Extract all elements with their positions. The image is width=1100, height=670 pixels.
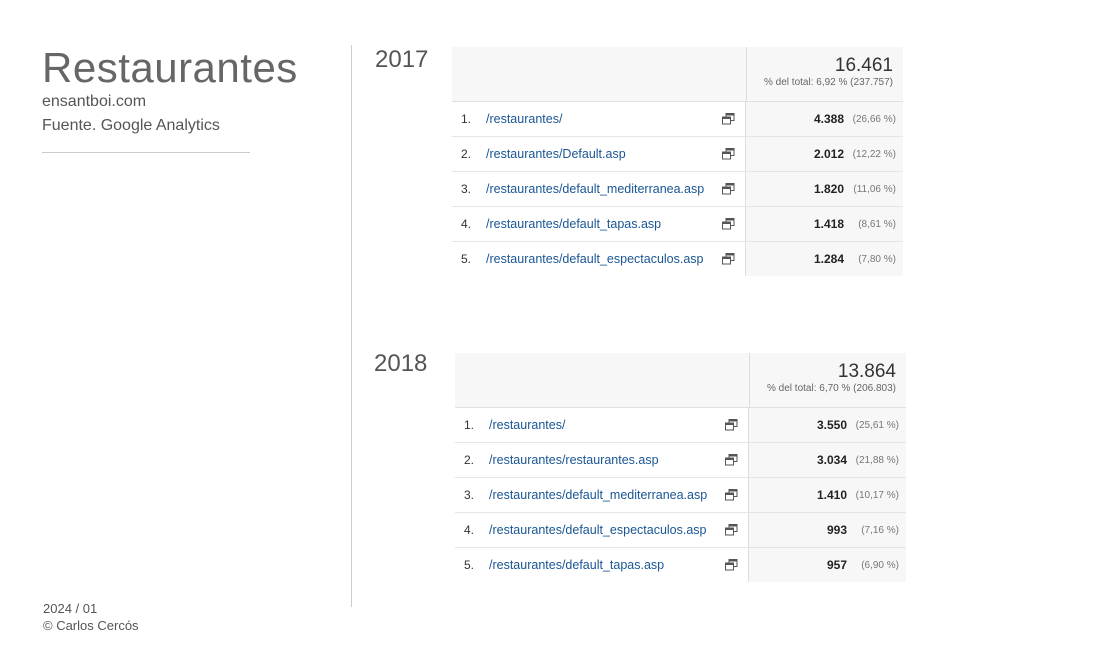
- open-in-new-window-icon[interactable]: [720, 488, 742, 502]
- vertical-divider: [351, 45, 352, 607]
- page-link[interactable]: /restaurantes/restaurantes.asp: [489, 453, 720, 467]
- row-rank: 2.: [461, 147, 472, 161]
- row-rank: 4.: [464, 523, 475, 537]
- pageviews-percentage: (7,16 %): [861, 524, 899, 536]
- pageviews-value: 3.034: [816, 453, 847, 467]
- open-in-new-window-icon[interactable]: [720, 418, 742, 432]
- table-row: 1. /restaurantes/4.388 (26,66 %): [452, 102, 903, 137]
- row-rank: 3.: [464, 488, 475, 502]
- table-row: 5. /restaurantes/default_tapas.asp 957 (6,9…: [455, 548, 906, 582]
- total-percentage: % del total: 6,92 % (237.757): [764, 77, 893, 88]
- total-value: 13.864: [837, 361, 896, 382]
- pageviews-value: 1.820: [813, 182, 844, 196]
- open-in-new-window-icon[interactable]: [720, 558, 742, 572]
- row-rank: 5.: [461, 252, 472, 266]
- table-body: 1. /restaurantes/3.550 (25,61 %) 2. /restaur…: [455, 408, 906, 582]
- pageviews-value: 4.388: [813, 112, 844, 126]
- row-rank: 1.: [464, 418, 475, 432]
- page-link[interactable]: /restaurantes/default_espectaculos.asp: [486, 252, 717, 266]
- open-in-new-window-icon[interactable]: [717, 252, 739, 266]
- pageviews-percentage: (6,90 %): [861, 559, 899, 571]
- table-row: 2. /restaurantes/Default.asp 2.012 (12,22 %…: [452, 137, 903, 172]
- pages-table-2018: 13.864 % del total: 6,70 % (206.803) 1. /…: [455, 353, 906, 582]
- pageviews-percentage: (25,61 %): [855, 419, 899, 431]
- year-label-2017: 2017: [375, 46, 429, 73]
- pageviews-value: 1.418: [813, 217, 844, 231]
- open-in-new-window-icon[interactable]: [717, 112, 739, 126]
- pageviews-percentage: (8,61 %): [858, 218, 896, 230]
- divider: [42, 152, 250, 153]
- pageviews-value: 3.550: [816, 418, 847, 432]
- header-block: Restaurantes ensantboi.com Fuente. Googl…: [42, 44, 342, 153]
- row-rank: 3.: [461, 182, 472, 196]
- pageviews-percentage: (10,17 %): [855, 489, 899, 501]
- pageviews-percentage: (7,80 %): [858, 253, 896, 265]
- page-link[interactable]: /restaurantes/default_espectaculos.asp: [489, 523, 720, 537]
- table-row: 5. /restaurantes/default_espectaculos.asp…: [452, 242, 903, 276]
- pageviews-value: 1.284: [813, 252, 844, 266]
- page-link[interactable]: /restaurantes/Default.asp: [486, 147, 717, 161]
- pageviews-percentage: (12,22 %): [852, 148, 896, 160]
- pageviews-percentage: (21,88 %): [855, 454, 899, 466]
- footer: 2024 / 01 © Carlos Cercós: [43, 600, 139, 634]
- page-link[interactable]: /restaurantes/default_mediterranea.asp: [486, 182, 717, 196]
- table-header: 16.461 % del total: 6,92 % (237.757): [452, 47, 903, 102]
- row-rank: 5.: [464, 558, 475, 572]
- pages-table-2017: 16.461 % del total: 6,92 % (237.757) 1. /…: [452, 47, 903, 276]
- page-link[interactable]: /restaurantes/default_tapas.asp: [486, 217, 717, 231]
- page-link[interactable]: /restaurantes/default_tapas.asp: [489, 558, 720, 572]
- open-in-new-window-icon[interactable]: [720, 523, 742, 537]
- open-in-new-window-icon[interactable]: [720, 453, 742, 467]
- total-value: 16.461: [834, 55, 893, 76]
- pageviews-value: 1.410: [816, 488, 847, 502]
- row-rank: 4.: [461, 217, 472, 231]
- year-label-2018: 2018: [374, 350, 428, 377]
- row-rank: 2.: [464, 453, 475, 467]
- page-link[interactable]: /restaurantes/: [486, 112, 717, 126]
- pageviews-percentage: (26,66 %): [852, 113, 896, 125]
- row-rank: 1.: [461, 112, 472, 126]
- page-title: Restaurantes: [42, 44, 298, 91]
- table-body: 1. /restaurantes/4.388 (26,66 %) 2. /restaur…: [452, 102, 903, 276]
- table-row: 3. /restaurantes/default_mediterranea.asp…: [455, 478, 906, 513]
- page-link[interactable]: /restaurantes/: [489, 418, 720, 432]
- table-row: 1. /restaurantes/3.550 (25,61 %): [455, 408, 906, 443]
- pageviews-percentage: (11,06 %): [853, 183, 896, 195]
- table-row: 2. /restaurantes/restaurantes.asp 3.034 (21…: [455, 443, 906, 478]
- pageviews-value: 2.012: [813, 147, 844, 161]
- table-row: 4. /restaurantes/default_tapas.asp 1.418 (8…: [452, 207, 903, 242]
- source-label: Fuente. Google Analytics: [42, 117, 220, 134]
- site-name: ensantboi.com: [42, 93, 147, 110]
- table-row: 3. /restaurantes/default_mediterranea.asp…: [452, 172, 903, 207]
- open-in-new-window-icon[interactable]: [717, 147, 739, 161]
- total-percentage: % del total: 6,70 % (206.803): [767, 383, 896, 394]
- pageviews-value: 957: [826, 558, 847, 572]
- page-link[interactable]: /restaurantes/default_mediterranea.asp: [489, 488, 720, 502]
- footer-date: 2024 / 01: [43, 601, 98, 616]
- footer-author: © Carlos Cercós: [43, 618, 139, 633]
- table-row: 4. /restaurantes/default_espectaculos.asp…: [455, 513, 906, 548]
- open-in-new-window-icon[interactable]: [717, 217, 739, 231]
- table-header: 13.864 % del total: 6,70 % (206.803): [455, 353, 906, 408]
- pageviews-value: 993: [826, 523, 847, 537]
- open-in-new-window-icon[interactable]: [717, 182, 739, 196]
